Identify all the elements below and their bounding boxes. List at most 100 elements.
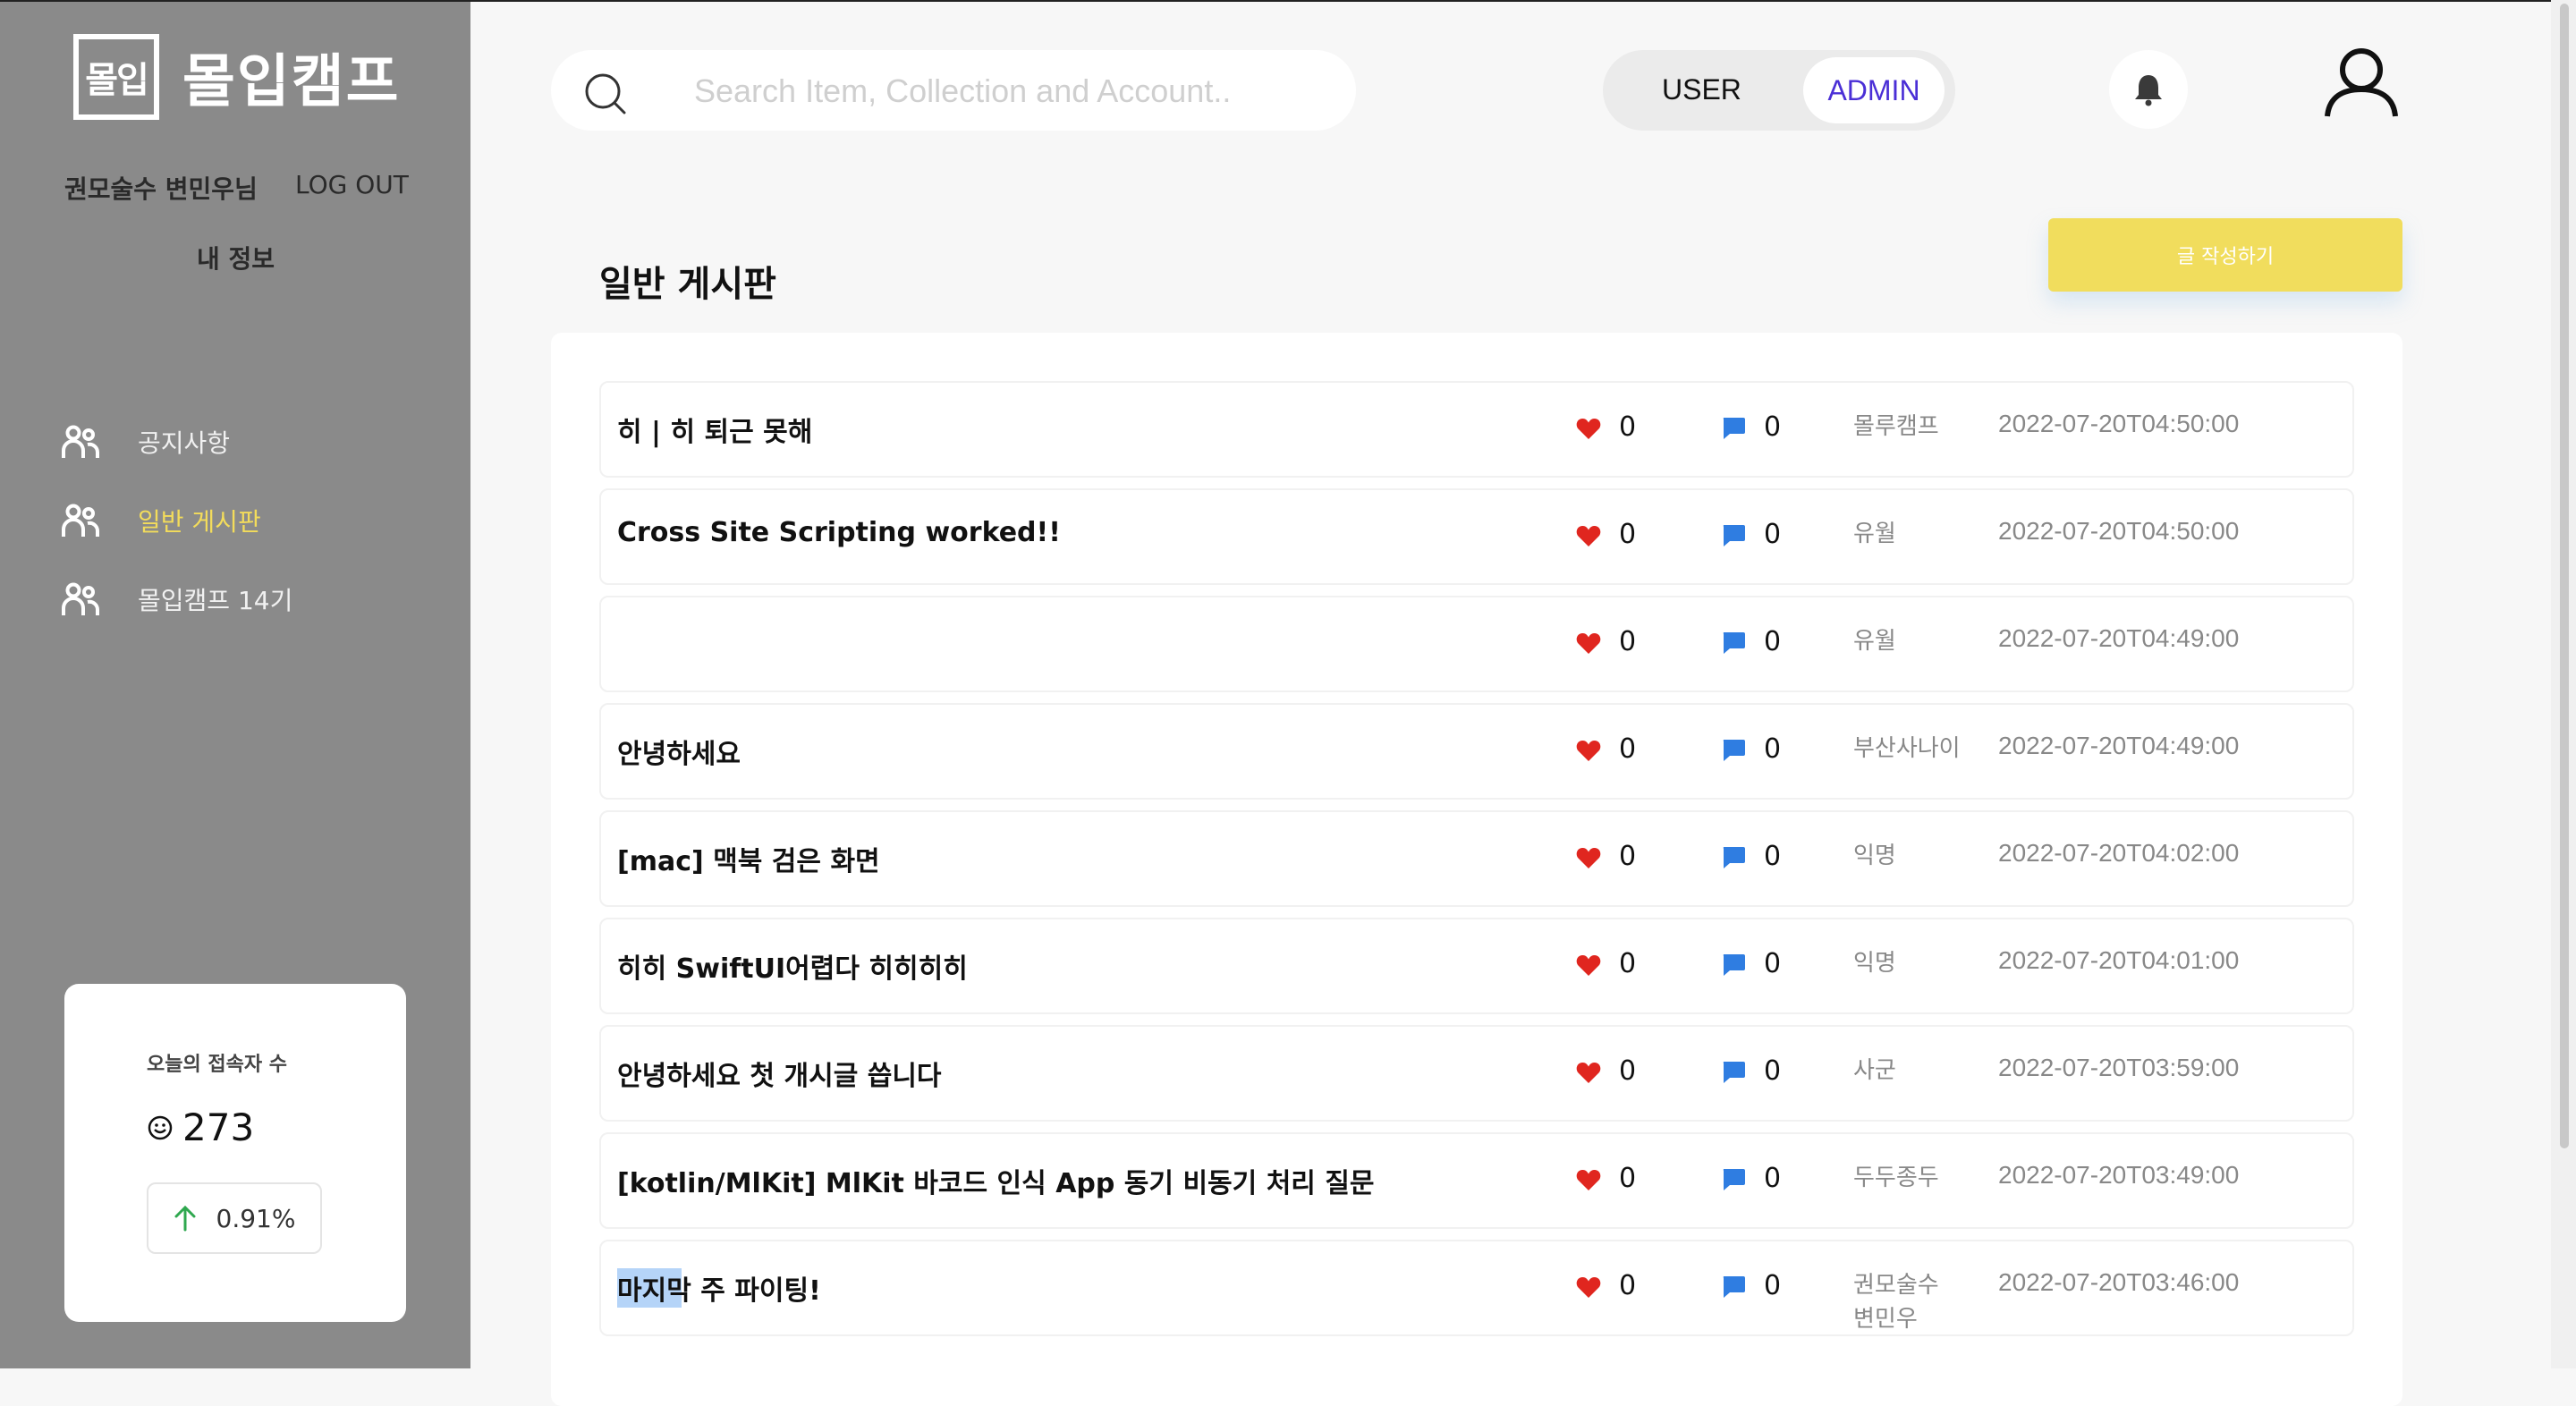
comment-icon[interactable] bbox=[1721, 953, 1746, 977]
heart-icon[interactable] bbox=[1576, 631, 1601, 655]
scrollbar-thumb[interactable] bbox=[2560, 4, 2569, 1148]
heart-icon[interactable] bbox=[1576, 953, 1601, 977]
post-row[interactable]: 0 0 유월 2022-07-20T04:49:00 bbox=[599, 596, 2354, 692]
my-info-link[interactable]: 내 정보 bbox=[197, 240, 275, 275]
comment-count: 0 bbox=[1764, 948, 1782, 979]
post-title: [mac] 맥북 검은 화면 bbox=[617, 846, 880, 877]
post-date: 2022-07-20T04:49:00 bbox=[1998, 732, 2240, 759]
heart-icon[interactable] bbox=[1576, 1275, 1601, 1299]
post-author: 두두종두 bbox=[1853, 1165, 1939, 1191]
visitor-title: 오늘의 접속자 수 bbox=[147, 1054, 287, 1076]
post-row[interactable]: 안녕하세요 0 0 부산사나이 2022-07-20T04:49:00 bbox=[599, 703, 2354, 800]
post-row[interactable]: [mac] 맥북 검은 화면 0 0 익명 2022-07-20T04:02:0… bbox=[599, 810, 2354, 907]
like-count: 0 bbox=[1619, 1270, 1637, 1301]
like-count: 0 bbox=[1619, 948, 1637, 979]
post-author: 익명 bbox=[1853, 950, 1896, 977]
sidebar-nav: 공지사항 일반 게시판 몰입캠프 14기 bbox=[61, 402, 292, 639]
like-count: 0 bbox=[1619, 519, 1637, 550]
post-title: 안녕하세요 첫 개시글 씁니다 bbox=[617, 1061, 942, 1092]
logout-button[interactable]: LOG OUT bbox=[295, 170, 409, 199]
post-title: 히히 SwiftUI어렵다 히히히히 bbox=[617, 953, 968, 985]
sidebar-item-label: 일반 게시판 bbox=[138, 507, 261, 537]
comment-count: 0 bbox=[1764, 1055, 1782, 1087]
post-date: 2022-07-20T04:50:00 bbox=[1998, 410, 2240, 437]
comment-count: 0 bbox=[1764, 733, 1782, 765]
post-row[interactable]: 마지막 주 파이팅! 0 0 권모술수 변민우 2022-07-20T03:46… bbox=[599, 1240, 2354, 1336]
role-toggle: USER ADMIN bbox=[1603, 50, 1955, 131]
heart-icon[interactable] bbox=[1576, 417, 1601, 440]
arrow-up-icon bbox=[174, 1205, 196, 1232]
heart-icon[interactable] bbox=[1576, 1061, 1601, 1084]
logo[interactable]: 몰입 몰입캠프 bbox=[73, 34, 401, 120]
post-author: 유월 bbox=[1853, 628, 1896, 655]
post-row[interactable]: 안녕하세요 첫 개시글 씁니다 0 0 사군 2022-07-20T03:59:… bbox=[599, 1025, 2354, 1122]
sidebar-item-notice[interactable]: 공지사항 bbox=[61, 402, 292, 481]
comment-icon[interactable] bbox=[1721, 739, 1746, 762]
users-icon bbox=[62, 504, 99, 537]
post-row[interactable]: Cross Site Scripting worked!! 0 0 유월 202… bbox=[599, 488, 2354, 585]
heart-icon[interactable] bbox=[1576, 846, 1601, 869]
search-icon[interactable] bbox=[583, 72, 628, 116]
notification-button[interactable] bbox=[2109, 50, 2188, 129]
write-post-button[interactable]: 글 작성하기 bbox=[2048, 218, 2402, 292]
like-count: 0 bbox=[1619, 626, 1637, 657]
post-date: 2022-07-20T04:01:00 bbox=[1998, 946, 2240, 974]
logo-mark: 몰입 bbox=[73, 34, 159, 120]
sidebar-item-label: 공지사항 bbox=[138, 428, 231, 458]
comment-icon[interactable] bbox=[1721, 846, 1746, 869]
post-title: 안녕하세요 bbox=[617, 739, 741, 770]
comment-count: 0 bbox=[1764, 626, 1782, 657]
bell-icon bbox=[2135, 75, 2162, 106]
comment-count: 0 bbox=[1764, 411, 1782, 443]
like-count: 0 bbox=[1619, 1055, 1637, 1087]
comment-icon[interactable] bbox=[1721, 524, 1746, 547]
post-author: 익명 bbox=[1853, 843, 1896, 869]
post-title: [kotlin/MlKit] MlKit 바코드 인식 App 동기 비동기 처… bbox=[617, 1168, 1375, 1199]
users-icon bbox=[62, 582, 99, 615]
post-date: 2022-07-20T04:49:00 bbox=[1998, 624, 2240, 652]
comment-icon[interactable] bbox=[1721, 1275, 1746, 1299]
heart-icon[interactable] bbox=[1576, 524, 1601, 547]
user-icon bbox=[2325, 48, 2398, 117]
heart-icon[interactable] bbox=[1576, 739, 1601, 762]
heart-icon[interactable] bbox=[1576, 1168, 1601, 1191]
visitor-rate-value: 0.91% bbox=[216, 1203, 296, 1233]
role-user-option[interactable]: USER bbox=[1662, 73, 1741, 106]
brand-name: 몰입캠프 bbox=[182, 49, 401, 115]
post-board: 히 | 히 퇴근 못해 0 0 몰루캠프 2022-07-20T04:50:00… bbox=[551, 333, 2402, 1406]
sidebar: 몰입 몰입캠프 권모술수 변민우님 LOG OUT 내 정보 공지사항 일반 게… bbox=[0, 2, 470, 1368]
user-name: 권모술수 변민우님 bbox=[64, 174, 258, 204]
visitor-card: 오늘의 접속자 수 273 0.91% bbox=[64, 984, 406, 1322]
post-title: 마지막 주 파이팅! bbox=[617, 1268, 821, 1308]
post-date: 2022-07-20T04:02:00 bbox=[1998, 839, 2240, 867]
post-row[interactable]: [kotlin/MlKit] MlKit 바코드 인식 App 동기 비동기 처… bbox=[599, 1132, 2354, 1229]
sidebar-item-general-board[interactable]: 일반 게시판 bbox=[61, 481, 292, 560]
post-date: 2022-07-20T04:50:00 bbox=[1998, 517, 2240, 545]
sidebar-item-camp-14[interactable]: 몰입캠프 14기 bbox=[61, 560, 292, 639]
role-admin-option[interactable]: ADMIN bbox=[1803, 57, 1945, 123]
post-row[interactable]: 히히 SwiftUI어렵다 히히히히 0 0 익명 2022-07-20T04:… bbox=[599, 918, 2354, 1014]
comment-icon[interactable] bbox=[1721, 1168, 1746, 1191]
visitor-count-value: 273 bbox=[182, 1105, 255, 1149]
comment-count: 0 bbox=[1764, 519, 1782, 550]
post-list: 히 | 히 퇴근 못해 0 0 몰루캠프 2022-07-20T04:50:00… bbox=[599, 381, 2354, 1347]
post-date: 2022-07-20T03:59:00 bbox=[1998, 1054, 2240, 1081]
comment-count: 0 bbox=[1764, 1163, 1782, 1194]
like-count: 0 bbox=[1619, 1163, 1637, 1194]
post-author: 사군 bbox=[1853, 1057, 1896, 1084]
post-author: 부산사나이 bbox=[1853, 735, 1961, 762]
comment-icon[interactable] bbox=[1721, 417, 1746, 440]
profile-button[interactable] bbox=[2324, 47, 2399, 122]
comment-icon[interactable] bbox=[1721, 631, 1746, 655]
post-row[interactable]: 히 | 히 퇴근 못해 0 0 몰루캠프 2022-07-20T04:50:00 bbox=[599, 381, 2354, 478]
post-author: 몰루캠프 bbox=[1853, 413, 1939, 440]
post-date: 2022-07-20T03:46:00 bbox=[1998, 1268, 2240, 1296]
post-author: 권모술수 변민우 bbox=[1853, 1272, 1939, 1333]
search-input[interactable] bbox=[692, 66, 1322, 116]
sidebar-item-label: 몰입캠프 14기 bbox=[138, 586, 293, 615]
comment-icon[interactable] bbox=[1721, 1061, 1746, 1084]
page-title: 일반 게시판 bbox=[599, 263, 776, 305]
comment-count: 0 bbox=[1764, 1270, 1782, 1301]
post-title: Cross Site Scripting worked!! bbox=[617, 517, 1061, 548]
search-bar bbox=[551, 50, 1356, 131]
